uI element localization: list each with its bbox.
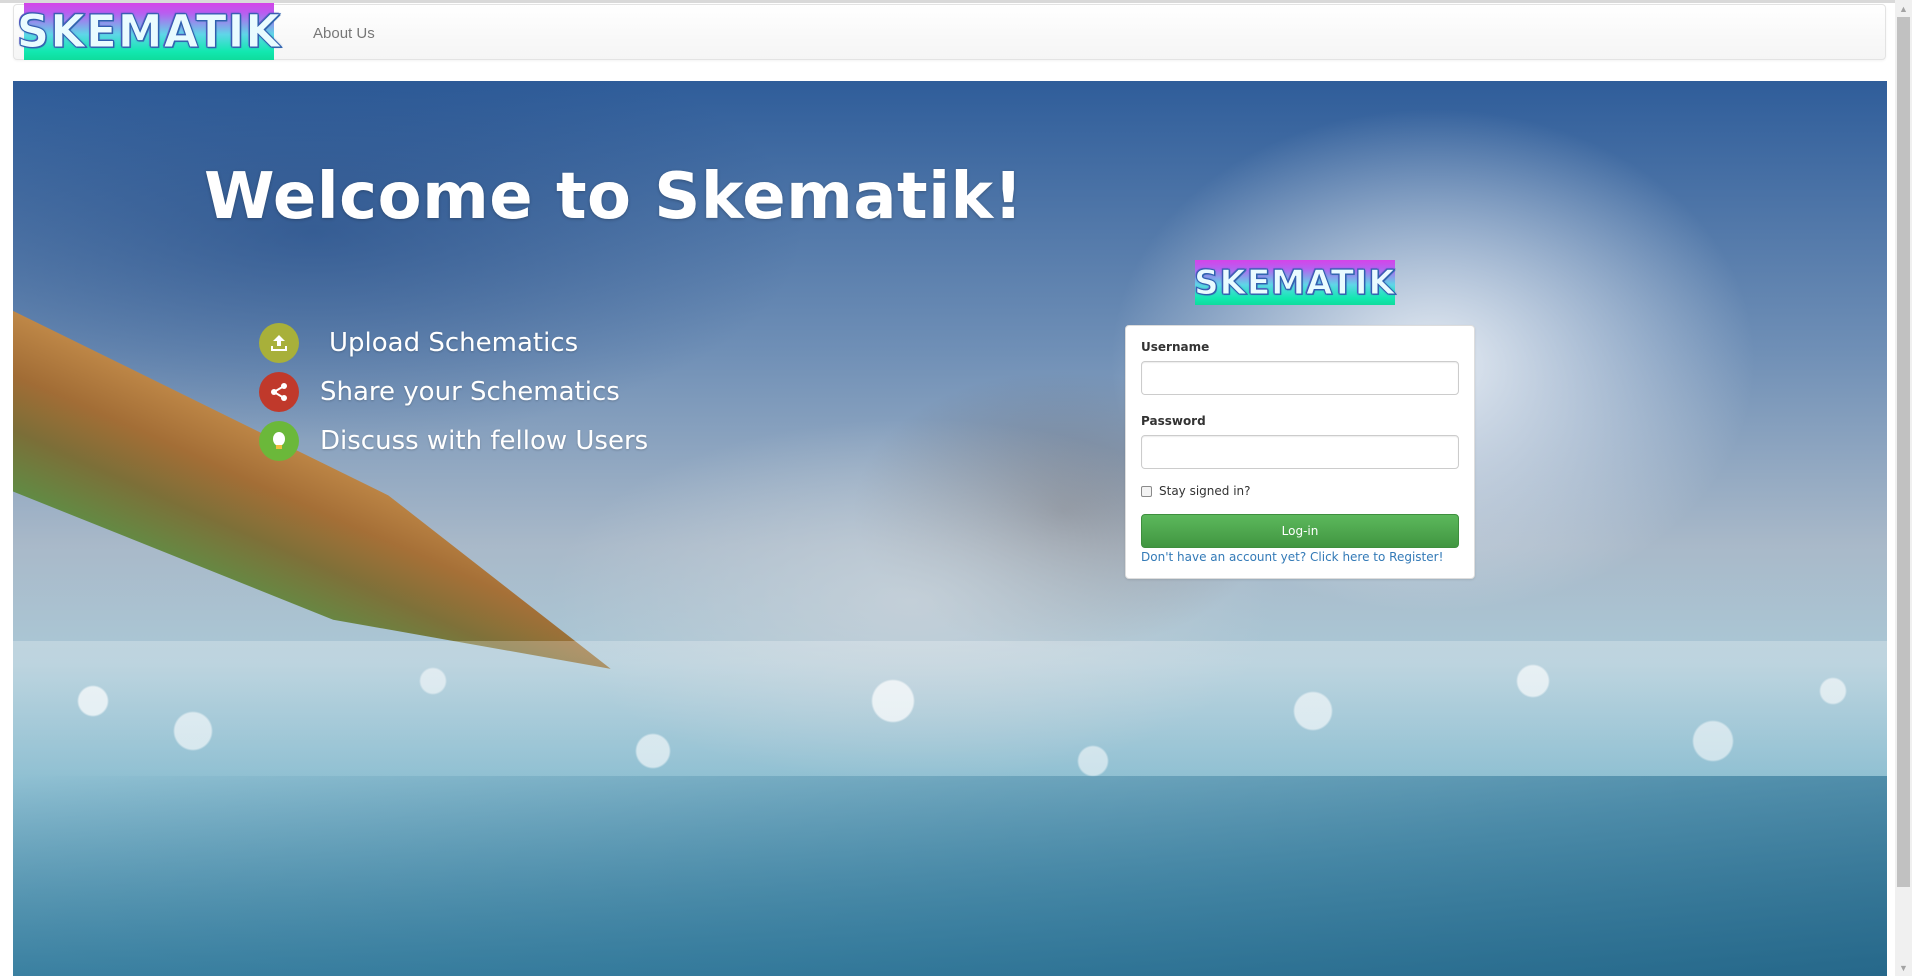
about-us-link[interactable]: About Us [313, 25, 375, 42]
feature-share: Share your Schematics [259, 372, 620, 412]
share-icon [259, 372, 299, 412]
scrollbar-thumb[interactable] [1897, 17, 1910, 887]
navbar-logo[interactable]: SKEMATIK [16, 3, 281, 60]
upload-icon [259, 323, 299, 363]
feature-share-label: Share your Schematics [320, 377, 620, 407]
scroll-down-arrow-icon[interactable]: ▼ [1895, 959, 1912, 976]
navbar: About Us [13, 4, 1886, 60]
idea-bulb-icon [259, 421, 299, 461]
feature-upload-label: Upload Schematics [329, 328, 579, 358]
register-link[interactable]: Don't have an account yet? Click here to… [1141, 550, 1443, 564]
username-label: Username [1141, 340, 1210, 354]
feature-upload: Upload Schematics [259, 323, 578, 363]
feature-discuss: Discuss with fellow Users [259, 421, 648, 461]
username-input[interactable] [1141, 361, 1459, 395]
scroll-up-arrow-icon[interactable]: ▲ [1895, 0, 1912, 17]
login-form: Username Password Stay signed in? Log-in… [1125, 325, 1475, 579]
circuit-board-graphic [13, 776, 1887, 976]
vertical-scrollbar[interactable]: ▲ ▼ [1895, 0, 1912, 976]
window-top-border [0, 0, 1895, 3]
stay-signed-in-label[interactable]: Stay signed in? [1159, 484, 1251, 498]
navbar-logo-text: SKEMATIK [16, 5, 282, 58]
login-button[interactable]: Log-in [1141, 514, 1459, 548]
password-label: Password [1141, 414, 1206, 428]
stay-signed-in-row: Stay signed in? [1141, 484, 1251, 498]
welcome-heading: Welcome to Skematik! [204, 160, 1024, 234]
login-logo-text: SKEMATIK [1194, 262, 1396, 303]
password-input[interactable] [1141, 435, 1459, 469]
login-logo: SKEMATIK [1194, 260, 1396, 305]
feature-discuss-label: Discuss with fellow Users [320, 426, 649, 456]
stay-signed-in-checkbox[interactable] [1141, 485, 1152, 497]
